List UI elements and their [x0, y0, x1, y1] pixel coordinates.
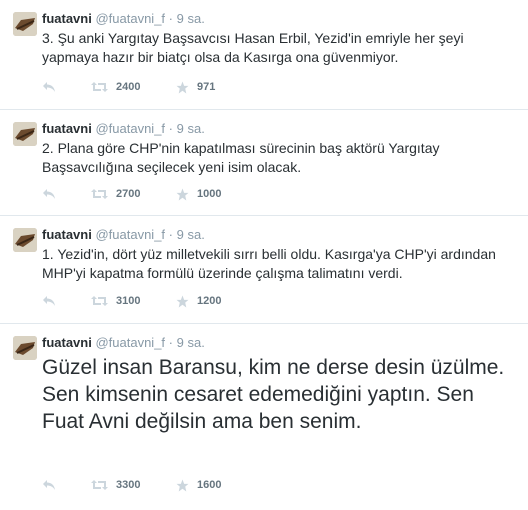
favorite-count: 971: [197, 81, 216, 93]
author-name[interactable]: fuatavni: [42, 227, 92, 242]
retweet-button[interactable]: 2400: [91, 79, 140, 95]
separator-dot: ·: [168, 335, 174, 350]
author-username[interactable]: @fuatavni_f: [95, 11, 165, 26]
tweet[interactable]: fuatavni @fuatavni_f · 9 sa. Güzel insan…: [0, 324, 528, 510]
retweet-button[interactable]: 3100: [91, 293, 140, 309]
tweet-header: fuatavni @fuatavni_f · 9 sa.: [42, 11, 205, 27]
tweet-header: fuatavni @fuatavni_f · 9 sa.: [42, 121, 205, 137]
reply-button[interactable]: [42, 477, 56, 493]
favorite-button[interactable]: 1200: [176, 293, 221, 309]
reply-icon: [43, 82, 55, 92]
tweet-timestamp[interactable]: 9 sa.: [177, 121, 205, 136]
avatar[interactable]: [13, 336, 37, 360]
retweet-icon: [91, 480, 108, 490]
avatar[interactable]: [13, 122, 37, 146]
avatar[interactable]: [13, 228, 37, 252]
retweet-icon: [91, 296, 108, 306]
favorite-button[interactable]: 1000: [176, 186, 221, 202]
reply-button[interactable]: [42, 293, 56, 309]
retweet-button[interactable]: 2700: [91, 186, 140, 202]
avatar[interactable]: [13, 12, 37, 36]
tweet-timestamp[interactable]: 9 sa.: [177, 227, 205, 242]
reply-icon: [43, 480, 55, 490]
separator-dot: ·: [168, 121, 174, 136]
reply-button[interactable]: [42, 79, 56, 95]
favorite-count: 1600: [197, 479, 222, 491]
favorite-button[interactable]: 1600: [176, 477, 221, 493]
tweet-text: 3. Şu anki Yargıtay Başsavcısı Hasan Erb…: [42, 30, 464, 65]
favorite-button[interactable]: 971: [176, 79, 215, 95]
retweet-count: 2400: [116, 81, 141, 93]
star-icon: [176, 81, 189, 93]
reply-button[interactable]: [42, 186, 56, 202]
reply-icon: [43, 189, 55, 199]
tweet[interactable]: fuatavni @fuatavni_f · 9 sa. 1. Yezid'in…: [0, 216, 528, 324]
author-name[interactable]: fuatavni: [42, 11, 92, 26]
retweet-icon: [91, 82, 108, 92]
favorite-count: 1200: [197, 295, 222, 307]
reply-icon: [43, 296, 55, 306]
retweet-button[interactable]: 3300: [91, 477, 140, 493]
tweet-text: Güzel insan Baransu, kim ne derse desin …: [42, 356, 505, 433]
tweet-timestamp[interactable]: 9 sa.: [177, 335, 205, 350]
separator-dot: ·: [168, 11, 174, 26]
tweet-text: 1. Yezid'in, dört yüz milletvekili sırrı…: [42, 246, 496, 281]
tweet[interactable]: fuatavni @fuatavni_f · 9 sa. 2. Plana gö…: [0, 110, 528, 216]
star-icon: [176, 479, 189, 491]
retweet-count: 3300: [116, 479, 141, 491]
tweet-header: fuatavni @fuatavni_f · 9 sa.: [42, 227, 205, 243]
tweet-timestamp[interactable]: 9 sa.: [177, 11, 205, 26]
star-icon: [176, 295, 189, 307]
star-icon: [176, 188, 189, 200]
separator-dot: ·: [168, 227, 174, 242]
tweet-header: fuatavni @fuatavni_f · 9 sa.: [42, 335, 205, 351]
author-name[interactable]: fuatavni: [42, 335, 92, 350]
tweet-text: 2. Plana göre CHP'nin kapatılması süreci…: [42, 140, 440, 175]
tweet[interactable]: fuatavni @fuatavni_f · 9 sa. 3. Şu anki …: [0, 0, 528, 110]
author-username[interactable]: @fuatavni_f: [95, 335, 165, 350]
author-username[interactable]: @fuatavni_f: [95, 121, 165, 136]
retweet-count: 3100: [116, 295, 141, 307]
retweet-count: 2700: [116, 188, 141, 200]
favorite-count: 1000: [197, 188, 222, 200]
author-username[interactable]: @fuatavni_f: [95, 227, 165, 242]
retweet-icon: [91, 189, 108, 199]
author-name[interactable]: fuatavni: [42, 121, 92, 136]
